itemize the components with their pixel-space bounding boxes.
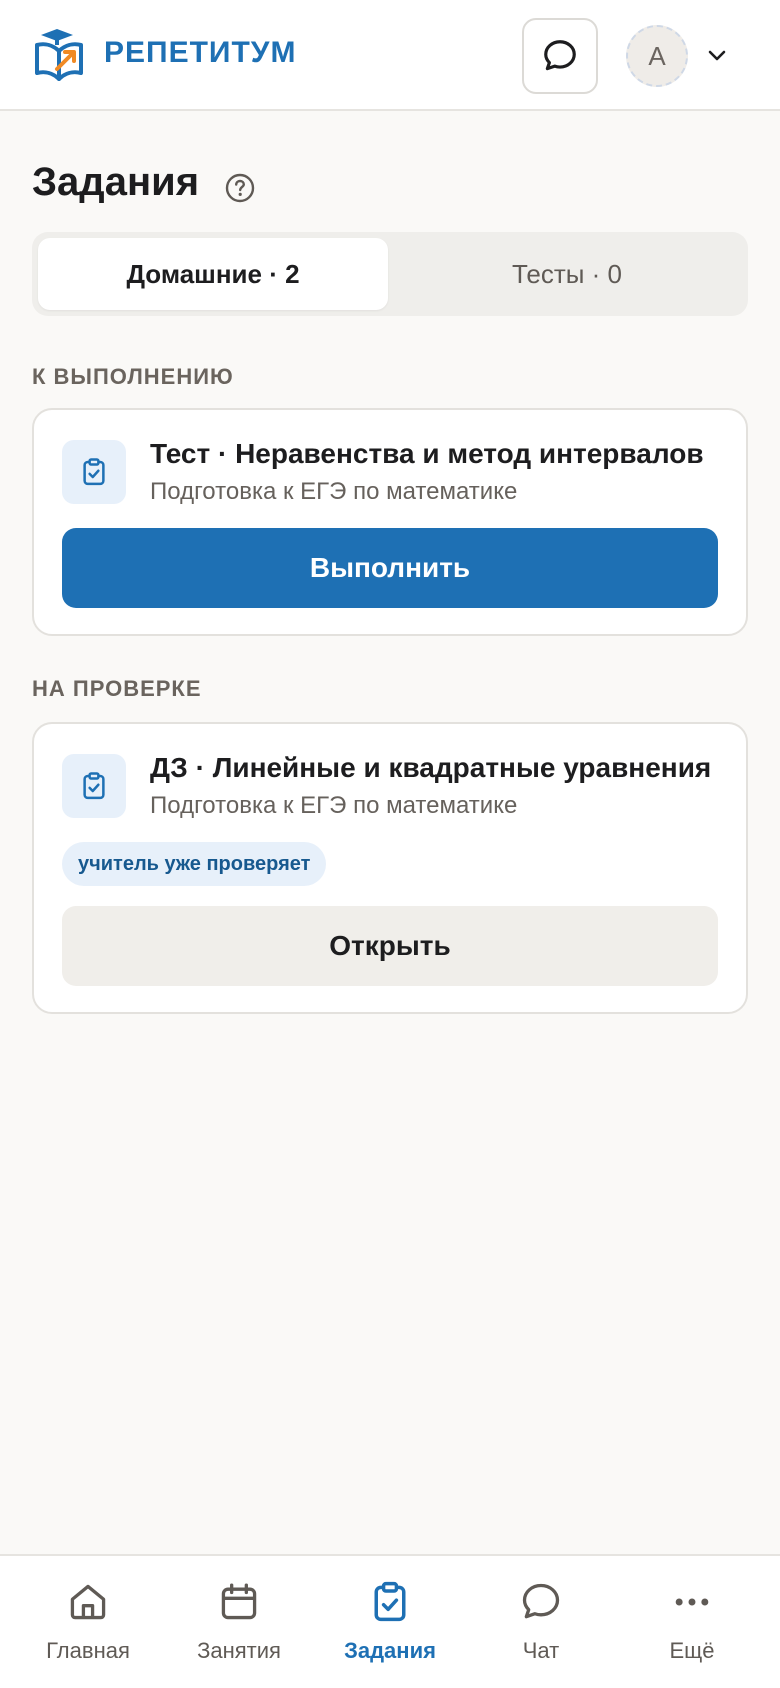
tab-tests-label: Тесты · 0 (511, 258, 623, 289)
complete-button[interactable]: Выполнить (62, 528, 718, 608)
nav-item-lessons[interactable]: Занятия (169, 1580, 309, 1680)
assignment-title: Тест · Неравенства и метод интервалов (150, 438, 704, 469)
assignment-card-todo[interactable]: Тест · Неравенства и метод интервалов По… (32, 408, 748, 636)
avatar-letter: A (648, 40, 666, 71)
assignment-subtitle: Подготовка к ЕГЭ по математике (150, 792, 518, 819)
section-label-review: НА ПРОВЕРКЕ (32, 676, 202, 701)
brand-name: РЕПЕТИТУМ (104, 36, 297, 69)
nav-label: Главная (46, 1638, 130, 1663)
nav-item-assignments[interactable]: Задания (320, 1580, 460, 1680)
nav-item-chat[interactable]: Чат (471, 1580, 611, 1680)
nav-label: Занятия (197, 1638, 281, 1663)
bottom-navigation: Главная Занятия Задания Чат Ещё (0, 1554, 780, 1688)
assignment-card-review[interactable]: ДЗ · Линейные и квадратные уравнения Под… (32, 722, 748, 1014)
page-title: Задания (32, 160, 200, 204)
nav-label: Чат (522, 1638, 560, 1663)
open-button[interactable]: Открыть (62, 906, 718, 986)
assignments-page: РЕПЕТИТУМ A Задания Домашние · 2 Тесты ·… (0, 0, 780, 1688)
assignment-tabs: Домашние · 2 Тесты · 0 (32, 232, 748, 316)
section-label-todo: К ВЫПОЛНЕНИЮ (32, 364, 234, 389)
nav-item-home[interactable]: Главная (18, 1580, 158, 1680)
nav-item-more[interactable]: Ещё (622, 1580, 762, 1680)
assignment-title: ДЗ · Линейные и квадратные уравнения (150, 752, 712, 783)
avatar[interactable]: A (626, 25, 688, 87)
assignment-subtitle: Подготовка к ЕГЭ по математике (150, 478, 518, 505)
chat-bubble-icon (522, 1583, 560, 1619)
status-badge: учитель уже проверяет (62, 842, 327, 886)
clipboard-check-icon (62, 754, 126, 818)
calendar-icon (221, 1583, 257, 1620)
nav-label: Ещё (669, 1638, 715, 1663)
clipboard-check-icon (374, 1581, 406, 1622)
nav-label: Задания (344, 1638, 436, 1663)
tab-homework-label: Домашние · 2 (126, 258, 300, 289)
app-header: РЕПЕТИТУМ A (0, 0, 780, 111)
chat-button[interactable] (522, 18, 598, 94)
clipboard-check-icon (62, 440, 126, 504)
home-icon (70, 1584, 106, 1620)
chat-bubble-icon (544, 40, 576, 71)
more-dots-icon (675, 1598, 709, 1606)
graduation-book-logo[interactable] (33, 27, 85, 81)
chevron-down-icon[interactable] (705, 44, 729, 68)
question-circle-icon[interactable] (224, 172, 256, 204)
tab-tests[interactable]: Тесты · 0 (392, 238, 742, 310)
tab-homework[interactable]: Домашние · 2 (38, 238, 388, 310)
